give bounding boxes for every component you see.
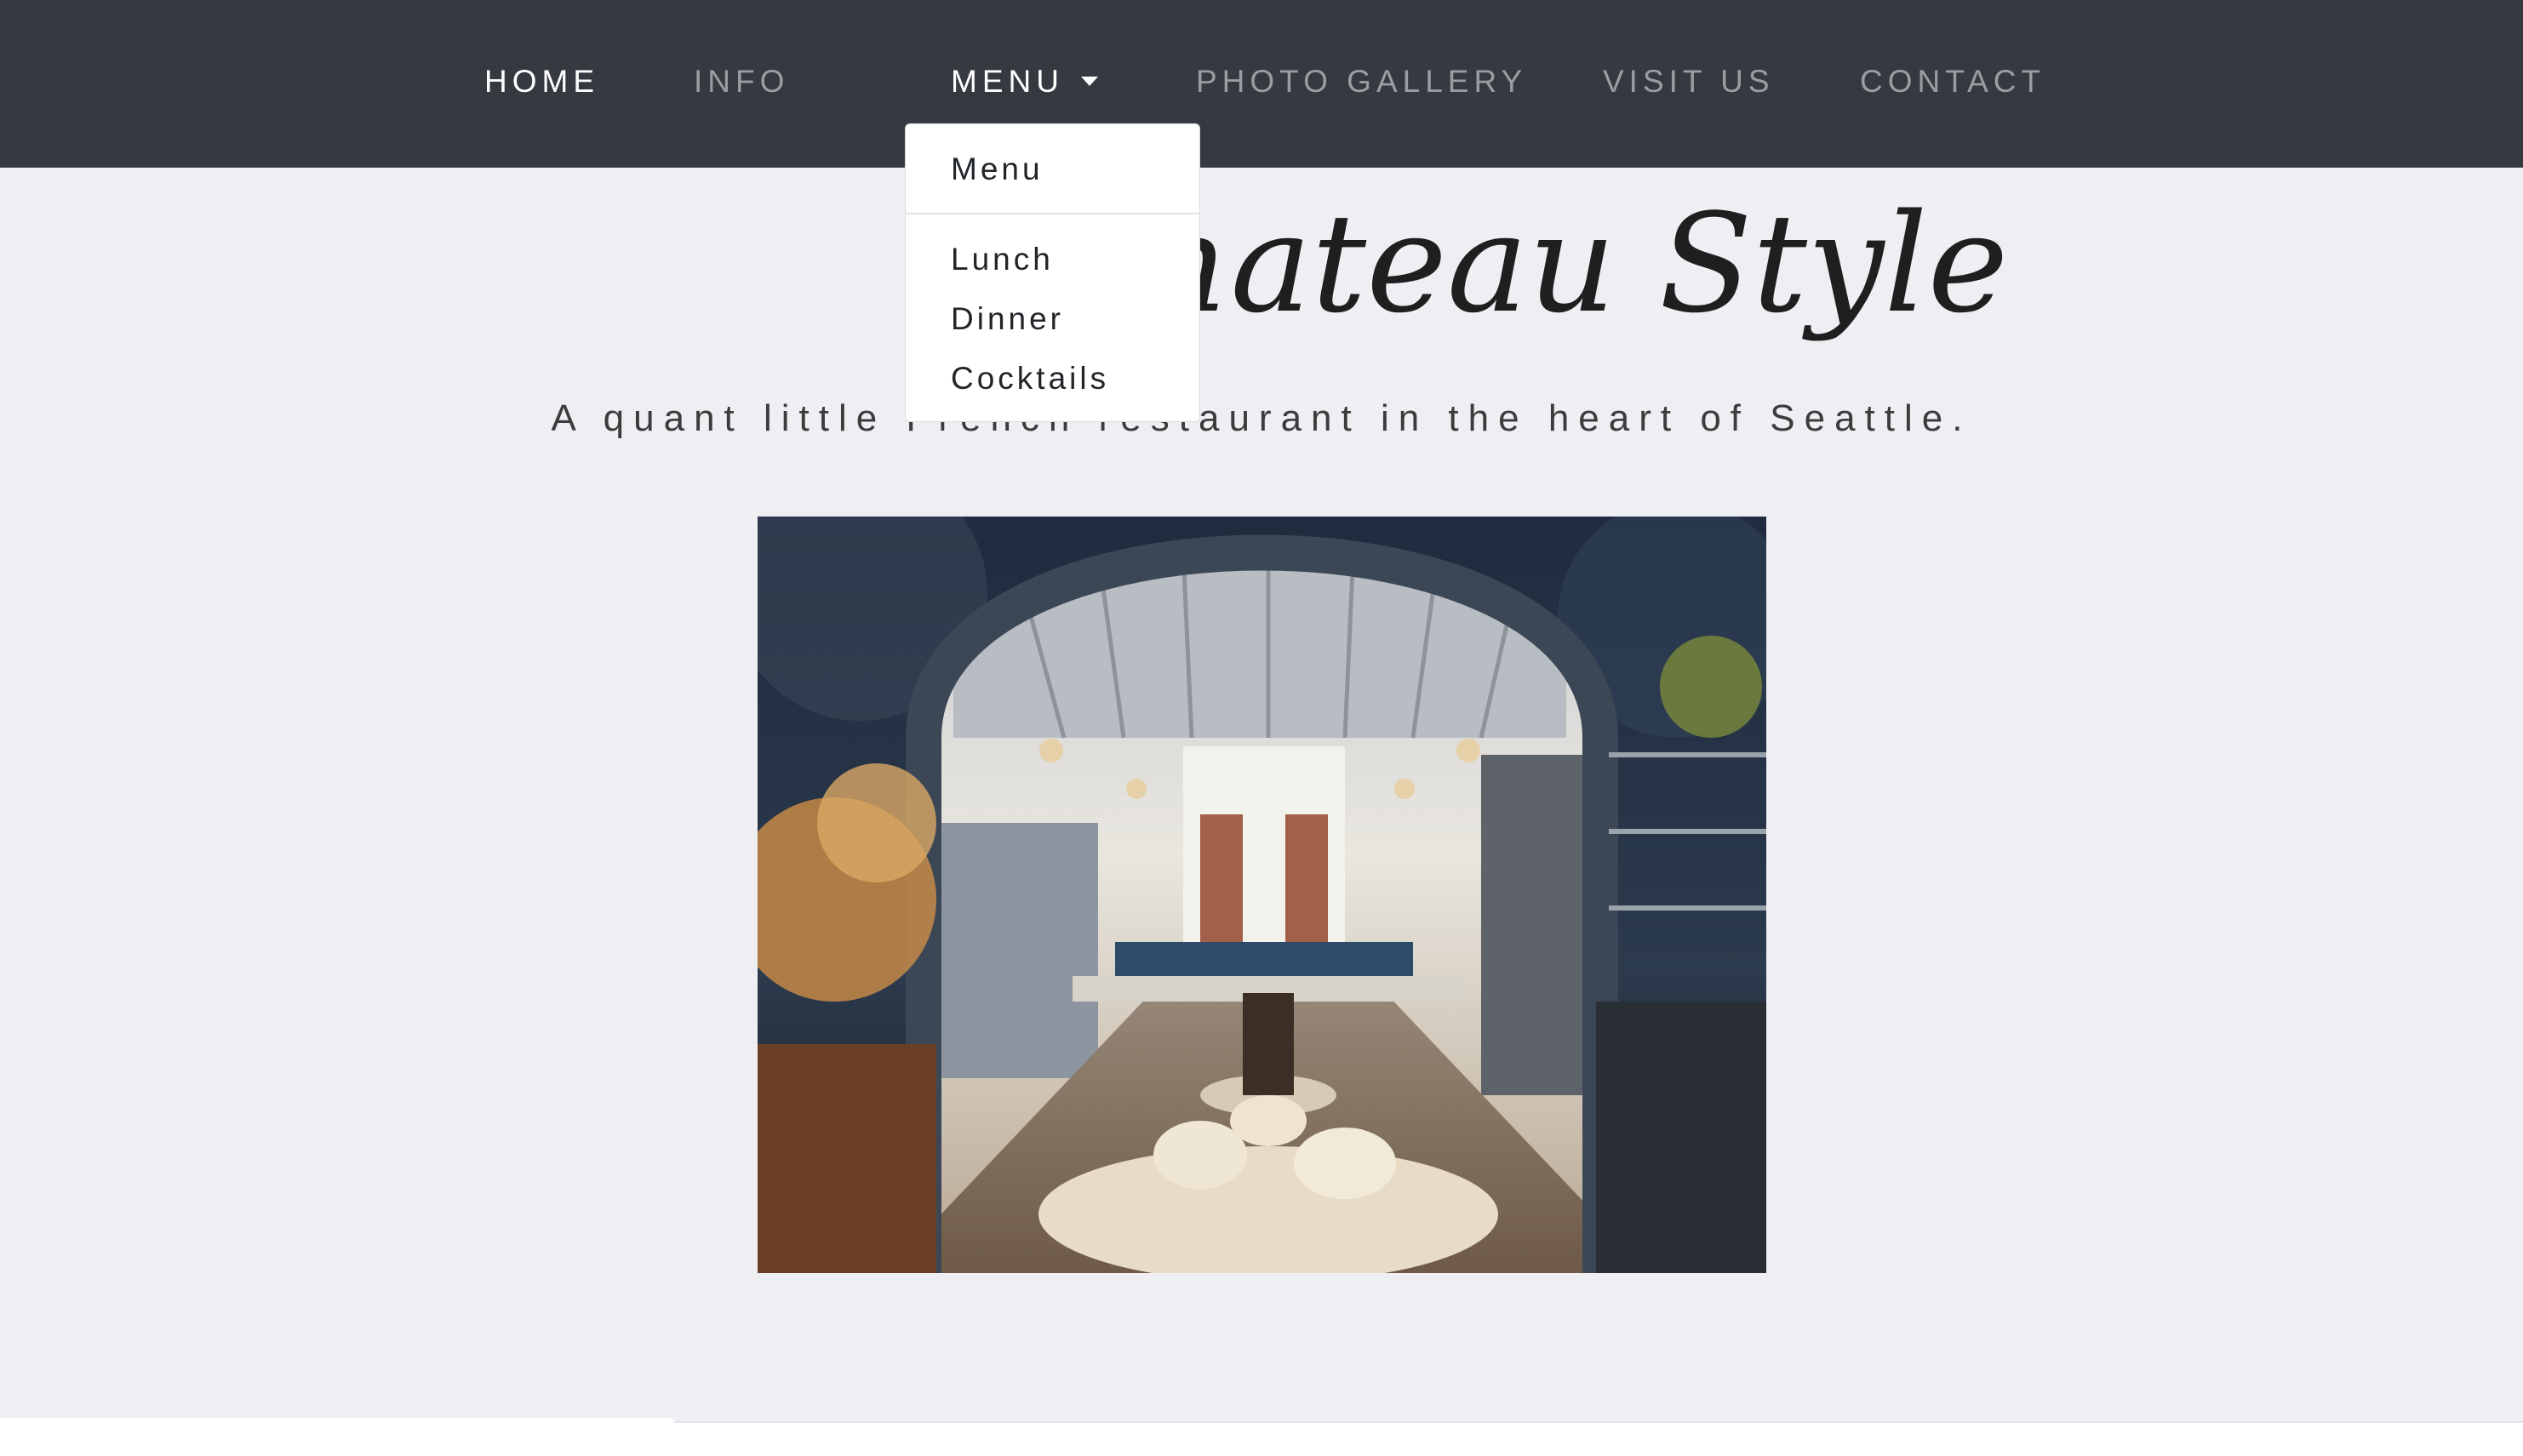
caret-down-icon — [1080, 77, 1098, 86]
bottom-edge — [0, 1418, 2523, 1456]
restaurant-interior-photo — [758, 517, 1766, 1273]
dropdown-item-menu[interactable]: Menu — [951, 147, 1044, 191]
nav-photo-gallery-link[interactable]: PHOTO GALLERY — [1196, 60, 1527, 104]
menu-dropdown: Menu Lunch Dinner Cocktails — [905, 123, 1200, 422]
nav-visit-us-link[interactable]: VISIT US — [1603, 60, 1775, 104]
nav-home-link[interactable]: HOME — [484, 60, 599, 104]
site-tagline: A quant little French restaurant in the … — [551, 397, 1972, 439]
bottom-tab — [0, 1418, 674, 1423]
dropdown-item-dinner[interactable]: Dinner — [951, 297, 1064, 341]
top-navbar: HOME INFO MENU PHOTO GALLERY VISIT US CO… — [0, 0, 2523, 168]
nav-contact-link[interactable]: CONTACT — [1860, 60, 2045, 104]
dropdown-item-lunch[interactable]: Lunch — [951, 237, 1054, 282]
nav-info-link[interactable]: INFO — [694, 60, 789, 104]
dropdown-divider — [906, 213, 1199, 214]
nav-menu-label: MENU — [951, 64, 1064, 99]
nav-menu-dropdown-toggle[interactable]: MENU — [951, 60, 1098, 104]
dropdown-item-cocktails[interactable]: Cocktails — [951, 357, 1109, 401]
